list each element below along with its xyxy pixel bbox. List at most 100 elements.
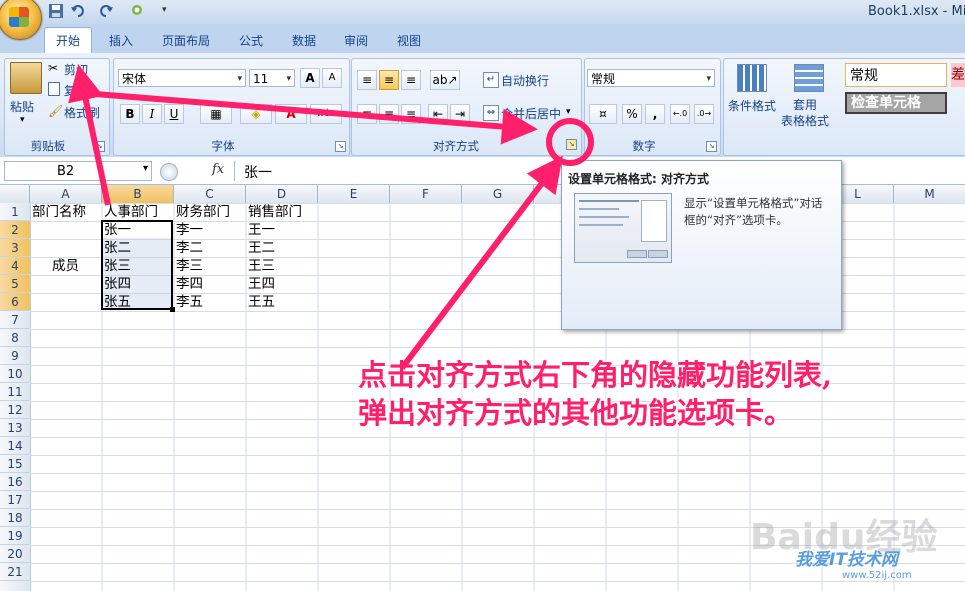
row-header-8[interactable]: 8 [0,329,30,347]
decrease-indent-button[interactable]: ⇤ [428,104,448,124]
percent-button[interactable]: % [622,104,642,124]
font-dialog-launcher-icon[interactable]: ↘ [335,141,346,152]
cell-b1[interactable]: 人事部门 [104,203,158,221]
tab-review[interactable]: 审阅 [339,30,373,52]
number-dialog-launcher-icon[interactable]: ↘ [706,141,717,152]
cell-d1[interactable]: 销售部门 [248,203,302,221]
comma-button[interactable]: , [645,104,665,124]
align-bottom-button[interactable]: ≡ [401,70,421,90]
cell-d6[interactable]: 王五 [248,293,275,311]
style-normal[interactable]: 常规 [845,63,947,87]
row-header-15[interactable]: 15 [0,455,30,473]
merge-center-button[interactable]: 合并后居中 [501,105,561,122]
cell-c5[interactable]: 李四 [176,275,203,293]
align-center-button[interactable]: ≡ [379,104,399,124]
cut-button[interactable]: 剪切 [64,61,88,78]
cell-b4[interactable]: 张三 [104,257,131,275]
align-right-button[interactable]: ≡ [401,104,421,124]
cell-c6[interactable]: 李五 [176,293,203,311]
align-left-button[interactable]: ≡ [357,104,377,124]
decrease-decimal-button[interactable]: .0→ [694,104,714,124]
shrink-font-button[interactable]: A [322,68,342,88]
paste-icon[interactable] [10,62,42,94]
cell-a1[interactable]: 部门名称 [32,203,86,221]
style-bad[interactable]: 差 [951,63,965,87]
row-header-18[interactable]: 18 [0,509,30,527]
column-header-m[interactable]: M [894,185,965,203]
name-box-dropdown-icon[interactable]: ▾ [143,163,148,174]
phonetic-button[interactable]: wén [310,104,342,124]
font-color-button[interactable]: A [275,104,307,124]
font-name-select[interactable]: 宋体 [118,69,246,88]
orientation-button[interactable]: ab↗ [430,70,460,90]
column-header-f[interactable]: F [390,185,462,203]
row-header-1[interactable]: 1 [0,203,30,221]
column-header-c[interactable]: C [174,185,246,203]
row-header-12[interactable]: 12 [0,401,30,419]
conditional-format-button[interactable]: 条件格式 [728,97,776,114]
grow-font-button[interactable]: A [300,68,320,88]
row-header-19[interactable]: 19 [0,527,30,545]
row-header-16[interactable]: 16 [0,473,30,491]
paste-dropdown-icon[interactable]: ▾ [20,115,25,125]
row-header-10[interactable]: 10 [0,365,30,383]
italic-button[interactable]: I [142,104,162,124]
cell-b5[interactable]: 张四 [104,275,131,293]
cell-b6[interactable]: 张五 [104,293,131,311]
cell-d3[interactable]: 王二 [248,239,275,257]
cell-b3[interactable]: 张二 [104,239,131,257]
tab-home[interactable]: 开始 [44,27,92,54]
print-preview-icon[interactable] [130,3,146,19]
style-check-cell[interactable]: 检查单元格 [845,92,947,114]
paste-button[interactable]: 粘贴 [10,98,34,115]
borders-button[interactable]: ▦ [200,104,232,124]
table-format-button[interactable]: 套用 表格格式 [781,97,829,129]
cell-c3[interactable]: 李二 [176,239,203,257]
row-header-14[interactable]: 14 [0,437,30,455]
tab-data[interactable]: 数据 [287,30,321,52]
column-header-e[interactable]: E [318,185,390,203]
tab-page-layout[interactable]: 页面布局 [158,30,214,52]
column-header-b[interactable]: B [102,185,174,203]
merge-dropdown-icon[interactable]: ▾ [566,107,571,117]
cell-d4[interactable]: 王三 [248,257,275,275]
cell-c1[interactable]: 财务部门 [176,203,230,221]
align-top-button[interactable]: ≡ [357,70,377,90]
align-middle-button[interactable]: ≡ [379,70,399,90]
row-header-11[interactable]: 11 [0,383,30,401]
column-header-d[interactable]: D [246,185,318,203]
increase-decimal-button[interactable]: ←.0 [670,104,690,124]
fill-handle[interactable] [170,307,175,312]
row-header-5[interactable]: 5 [0,275,30,293]
fill-color-button[interactable]: ◈ [240,104,272,124]
underline-button[interactable]: U [164,104,184,124]
bold-button[interactable]: B [120,104,140,124]
alignment-dialog-launcher-icon[interactable]: ↘ [566,139,577,150]
cell-b2[interactable]: 张一 [104,221,131,239]
name-box[interactable]: B2 ▾ [4,161,152,181]
copy-button[interactable]: 复 [64,82,76,99]
row-header-4[interactable]: 4 [0,257,30,275]
wrap-text-button[interactable]: 自动换行 [501,72,549,89]
qat-customize-icon[interactable]: ▾ [162,5,167,15]
row-header-6[interactable]: 6 [0,293,30,311]
row-header-17[interactable]: 17 [0,491,30,509]
row-header-21[interactable]: 21 [0,563,30,581]
row-header-7[interactable]: 7 [0,311,30,329]
tab-formulas[interactable]: 公式 [234,30,268,52]
row-header-3[interactable]: 3 [0,239,30,257]
row-header-2[interactable]: 2 [0,221,30,239]
cell-d2[interactable]: 王一 [248,221,275,239]
cell-c4[interactable]: 李三 [176,257,203,275]
row-header-13[interactable]: 13 [0,419,30,437]
accounting-format-button[interactable]: ¤ [589,104,617,124]
cell-d5[interactable]: 王四 [248,275,275,293]
cell-a4[interactable]: 成员 [52,257,79,275]
increase-indent-button[interactable]: ⇥ [450,104,470,124]
save-icon[interactable] [48,3,64,19]
row-header-20[interactable]: 20 [0,545,30,563]
font-size-select[interactable]: 11 [249,69,295,88]
clipboard-dialog-launcher-icon[interactable]: ↘ [94,141,105,152]
insert-function-button[interactable]: fx [212,162,224,177]
column-header-a[interactable]: A [30,185,102,203]
